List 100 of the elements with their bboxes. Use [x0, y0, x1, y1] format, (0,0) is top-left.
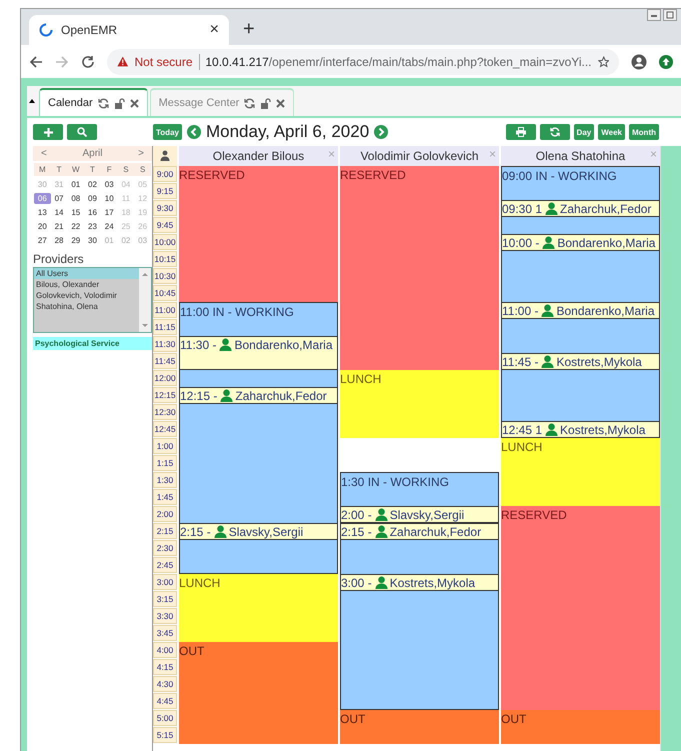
working-slot[interactable]: 09:00 IN - WORKING — [501, 166, 660, 183]
scrollbar-drawing[interactable] — [139, 268, 151, 332]
provider-option[interactable]: All Users — [34, 268, 139, 279]
patient-name[interactable]: Bondarenko,Maria — [234, 338, 333, 352]
time-slot[interactable]: 1:45 — [153, 489, 177, 505]
time-slot[interactable]: 11:30 — [153, 336, 177, 352]
refresh-button[interactable] — [540, 124, 570, 140]
time-slot[interactable]: 12:15 — [153, 387, 177, 403]
working-slot[interactable] — [340, 693, 499, 710]
calendar-day[interactable]: 13 — [34, 207, 51, 218]
time-slot[interactable]: 9:30 — [153, 200, 177, 216]
maximize-icon[interactable] — [663, 9, 677, 21]
out-slot[interactable] — [340, 727, 499, 744]
calendar-day[interactable]: 15 — [67, 207, 84, 218]
out-slot[interactable]: OUT — [179, 642, 338, 659]
time-slot[interactable]: 2:00 — [153, 506, 177, 522]
appointment[interactable]: 2:15 - Zaharchuk,Fedor — [340, 523, 499, 540]
calendar-day[interactable]: 23 — [84, 221, 101, 232]
update-icon[interactable] — [659, 54, 673, 68]
calendar-day[interactable]: 27 — [34, 235, 51, 246]
appointment[interactable]: 11:00 - Bondarenko,Maria — [501, 302, 660, 319]
calendar-day[interactable]: 03 — [100, 179, 118, 190]
time-slot[interactable]: 3:45 — [153, 625, 177, 641]
out-slot[interactable] — [179, 727, 338, 744]
reload-icon[interactable] — [81, 54, 95, 68]
time-slot[interactable]: 12:30 — [153, 404, 177, 420]
patient-name[interactable]: Slavsky,Sergii — [390, 508, 464, 522]
next-day-icon[interactable] — [374, 125, 388, 139]
close-icon[interactable] — [130, 98, 139, 108]
time-slot[interactable]: 12:45 — [153, 421, 177, 437]
time-slot[interactable]: 2:30 — [153, 540, 177, 556]
calendar-day[interactable]: 09 — [84, 193, 101, 204]
lunch-slot[interactable] — [340, 421, 499, 438]
time-slot[interactable]: 11:45 — [153, 353, 177, 369]
calendar-day[interactable]: 02 — [84, 179, 101, 190]
reserved-slot[interactable]: RESERVED — [340, 166, 499, 183]
out-slot[interactable]: OUT — [340, 710, 499, 727]
refresh-icon[interactable] — [98, 98, 109, 108]
reserved-slot[interactable] — [179, 285, 338, 302]
calendar-day[interactable]: 08 — [67, 193, 84, 204]
out-slot[interactable] — [501, 727, 660, 744]
previous-month-button[interactable]: < — [41, 148, 47, 159]
lunch-slot[interactable]: LUNCH — [340, 370, 499, 387]
appointment[interactable]: 12:45 1 Kostrets,Mykola — [501, 421, 660, 438]
patient-name[interactable]: Kostrets,Mykola — [556, 355, 642, 369]
new-tab-button[interactable]: + — [243, 18, 255, 41]
refresh-icon[interactable] — [244, 98, 256, 108]
reserved-slot[interactable]: RESERVED — [501, 506, 660, 523]
previous-day-icon[interactable] — [186, 125, 201, 139]
patient-name[interactable]: Kostrets,Mykola — [390, 576, 476, 590]
view-button[interactable]: Day — [574, 124, 594, 140]
today-button[interactable]: Today — [153, 124, 182, 140]
time-slot[interactable]: 2:15 — [153, 523, 177, 539]
lunch-slot[interactable] — [179, 625, 338, 642]
patient-name[interactable]: Zaharchuk,Fedor — [560, 202, 652, 216]
appointment-slot[interactable] — [179, 353, 338, 370]
appointment[interactable]: 2:00 - Slavsky,Sergii — [340, 506, 499, 523]
calendar-day[interactable]: 14 — [50, 207, 68, 218]
app-tab[interactable]: Calendar — [39, 88, 148, 116]
reserved-slot[interactable]: RESERVED — [179, 166, 338, 183]
lunch-slot[interactable]: LUNCH — [501, 438, 660, 455]
calendar-day[interactable]: 01 — [67, 179, 84, 190]
time-slot[interactable]: 4:30 — [153, 676, 177, 692]
time-slot[interactable]: 3:30 — [153, 608, 177, 624]
patient-name[interactable]: Bondarenko,Maria — [557, 236, 656, 250]
calendar-day[interactable]: 22 — [67, 221, 84, 232]
time-slot[interactable]: 12:00 — [153, 370, 177, 386]
close-icon[interactable] — [276, 98, 286, 108]
time-slot[interactable]: 3:00 — [153, 574, 177, 590]
patient-name[interactable]: Bondarenko,Maria — [556, 304, 655, 318]
time-slot[interactable]: 5:00 — [153, 710, 177, 726]
profile-icon[interactable] — [631, 54, 647, 70]
next-month-button[interactable]: > — [138, 148, 144, 159]
minimize-icon[interactable] — [647, 9, 661, 21]
time-slot[interactable]: 4:15 — [153, 659, 177, 675]
calendar-day[interactable]: 20 — [34, 221, 51, 232]
lunch-slot[interactable] — [501, 489, 660, 506]
calendar-day[interactable]: 10 — [100, 193, 118, 204]
appointment[interactable]: 09:30 1 Zaharchuk,Fedor — [501, 200, 660, 217]
calendar-day[interactable]: 07 — [50, 193, 68, 204]
providers-list[interactable]: All Users Bilous, Olexander Golovkevich, Volodimir Shatohina, Olena — [33, 267, 152, 333]
star-icon[interactable] — [598, 54, 609, 68]
time-slot[interactable]: 1:00 — [153, 438, 177, 454]
time-slot[interactable]: 10:00 — [153, 234, 177, 250]
out-slot[interactable]: OUT — [501, 710, 660, 727]
collapse-caret-icon[interactable] — [29, 99, 35, 103]
calendar-day[interactable]: 16 — [84, 207, 101, 218]
calendar-day[interactable]: 17 — [100, 207, 118, 218]
appointment[interactable]: 11:30 - Bondarenko,Maria — [179, 336, 338, 353]
calendar-day[interactable]: 21 — [50, 221, 68, 232]
time-slot[interactable]: 9:15 — [153, 183, 177, 199]
calendar-day[interactable]: 30 — [84, 235, 101, 246]
calendar-day[interactable]: 24 — [100, 221, 118, 232]
time-slot[interactable]: 4:00 — [153, 642, 177, 658]
time-slot[interactable]: 9:45 — [153, 217, 177, 233]
time-slot[interactable]: 1:30 — [153, 472, 177, 488]
patient-name[interactable]: Zaharchuk,Fedor — [390, 525, 482, 539]
time-slot[interactable]: 1:15 — [153, 455, 177, 471]
time-slot[interactable]: 9:00 — [153, 166, 177, 182]
forward-icon[interactable] — [55, 54, 69, 68]
